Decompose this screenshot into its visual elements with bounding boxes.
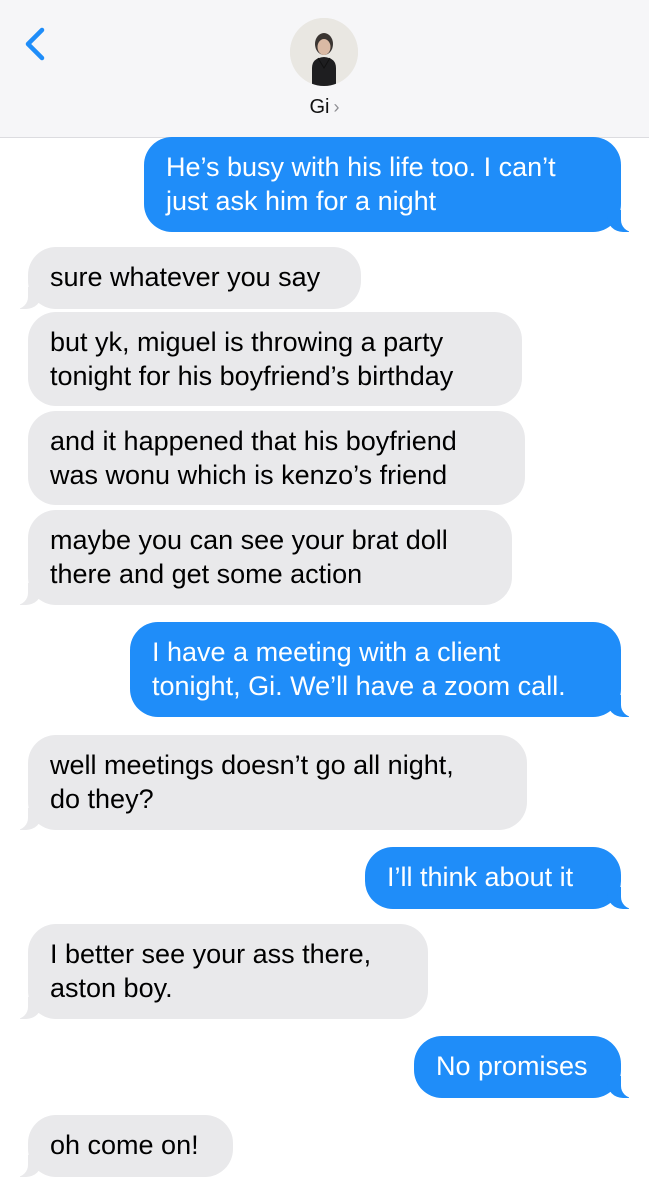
- message-bubble-received[interactable]: maybe you can see your brat doll there a…: [6, 510, 512, 605]
- message-bubble-received[interactable]: sure whatever you say: [6, 247, 361, 309]
- message-bubble-sent[interactable]: I have a meeting with a client tonight, …: [130, 622, 643, 717]
- back-button[interactable]: [18, 22, 58, 66]
- message-bubble-received[interactable]: well meetings doesn’t go all night, do t…: [6, 735, 527, 830]
- contact-avatar[interactable]: [290, 18, 358, 86]
- message-thread[interactable]: He’s busy with his life too. I can’t jus…: [0, 137, 649, 1200]
- contact-name-button[interactable]: Gi ›: [0, 96, 649, 119]
- contact-name: Gi: [309, 96, 330, 118]
- chevron-left-icon: [25, 27, 45, 61]
- message-bubble-received[interactable]: but yk, miguel is throwing a party tonig…: [28, 312, 522, 406]
- message-bubble-sent[interactable]: No promises: [414, 1036, 643, 1098]
- avatar-photo: [290, 18, 358, 86]
- message-bubble-received[interactable]: oh come on!: [6, 1115, 233, 1177]
- message-bubble-received[interactable]: and it happened that his boyfriend was w…: [28, 411, 525, 505]
- chevron-right-icon: ›: [333, 97, 340, 117]
- message-bubble-sent[interactable]: I’ll think about it: [365, 847, 643, 909]
- conversation-header: Gi ›: [0, 0, 649, 138]
- message-bubble-sent[interactable]: He’s busy with his life too. I can’t jus…: [144, 137, 643, 232]
- message-bubble-received[interactable]: I better see your ass there, aston boy.: [6, 924, 428, 1019]
